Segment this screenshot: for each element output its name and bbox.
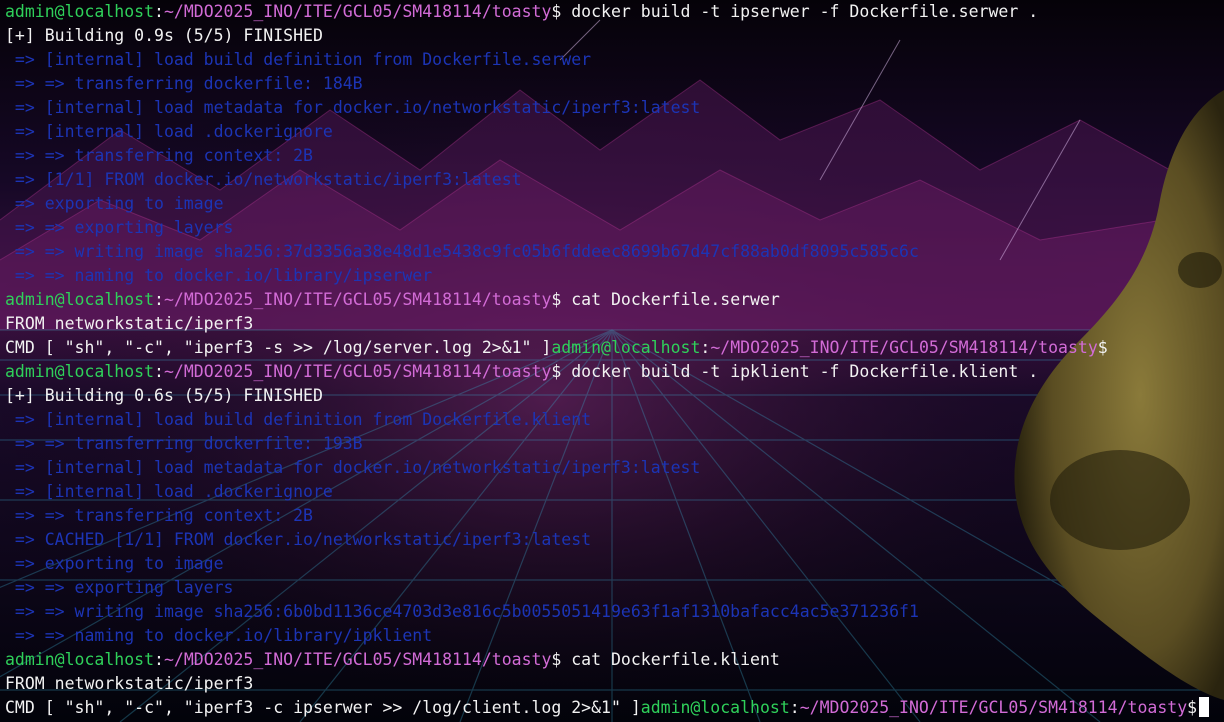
build-step: => => writing image sha256:37d3356a38e48… — [5, 242, 919, 261]
build-status: [+] Building 0.6s (5/5) FINISHED — [5, 386, 323, 405]
prompt-line: admin@localhost:~/MDO2025_INO/ITE/GCL05/… — [5, 288, 1224, 312]
file-cmd: CMD [ "sh", "-c", "iperf3 -c ipserwer >>… — [5, 698, 641, 717]
prompt-symbol: $ — [551, 290, 562, 309]
prompt-line: admin@localhost:~/MDO2025_INO/ITE/GCL05/… — [5, 0, 1224, 24]
command-text: cat Dockerfile.serwer — [561, 290, 780, 309]
prompt-separator: : — [154, 290, 164, 309]
prompt-path: ~/MDO2025_INO/ITE/GCL05/SM418114/toasty — [163, 650, 552, 669]
build-step: => exporting to image — [5, 194, 224, 213]
build-step: => => transferring context: 2B — [5, 146, 313, 165]
prompt-user-host: admin@localhost — [5, 362, 155, 381]
prompt-separator: : — [154, 650, 164, 669]
prompt-symbol: $ — [551, 2, 562, 21]
build-step: => exporting to image — [5, 554, 224, 573]
prompt-path: ~/MDO2025_INO/ITE/GCL05/SM418114/toasty — [163, 290, 552, 309]
prompt-symbol: $ — [551, 362, 562, 381]
prompt-path: ~/MDO2025_INO/ITE/GCL05/SM418114/toasty — [710, 338, 1098, 357]
terminal-output[interactable]: admin@localhost:~/MDO2025_INO/ITE/GCL05/… — [5, 0, 1224, 722]
prompt-path: ~/MDO2025_INO/ITE/GCL05/SM418114/toasty — [799, 698, 1188, 717]
build-step: => CACHED [1/1] FROM docker.io/networkst… — [5, 530, 592, 549]
prompt-separator: : — [154, 362, 164, 381]
build-step: => => exporting layers — [5, 578, 234, 597]
file-line: CMD [ "sh", "-c", "iperf3 -c ipserwer >>… — [5, 696, 1224, 720]
prompt-line: admin@localhost:~/MDO2025_INO/ITE/GCL05/… — [5, 360, 1224, 384]
build-step: => => transferring context: 2B — [5, 506, 313, 525]
prompt-separator: : — [700, 338, 711, 357]
text-cursor[interactable] — [1199, 697, 1210, 717]
build-step: => => transferring dockerfile: 193B — [5, 434, 363, 453]
prompt-symbol: $ — [1187, 698, 1198, 717]
prompt-user-host: admin@localhost — [5, 290, 155, 309]
build-step: => [internal] load .dockerignore — [5, 122, 333, 141]
prompt-symbol: $ — [1097, 338, 1108, 357]
command-text: cat Dockerfile.klient — [561, 650, 780, 669]
prompt-user-host: admin@localhost — [551, 338, 701, 357]
prompt-line: admin@localhost:~/MDO2025_INO/ITE/GCL05/… — [5, 648, 1224, 672]
prompt-path: ~/MDO2025_INO/ITE/GCL05/SM418114/toasty — [163, 2, 552, 21]
file-line: FROM networkstatic/iperf3 — [5, 314, 254, 333]
prompt-symbol: $ — [551, 650, 562, 669]
build-step: => [internal] load build definition from… — [5, 410, 592, 429]
build-status: [+] Building 0.9s (5/5) FINISHED — [5, 26, 323, 45]
prompt-user-host: admin@localhost — [640, 698, 790, 717]
build-step: => => transferring dockerfile: 184B — [5, 74, 363, 93]
build-step: => => naming to docker.io/library/ipklie… — [5, 626, 433, 645]
build-step: => => writing image sha256:6b0bd1136ce47… — [5, 602, 919, 621]
command-text: docker build -t ipserwer -f Dockerfile.s… — [561, 2, 1039, 21]
build-step: => [internal] load build definition from… — [5, 50, 592, 69]
prompt-path: ~/MDO2025_INO/ITE/GCL05/SM418114/toasty — [163, 362, 552, 381]
file-cmd: CMD [ "sh", "-c", "iperf3 -s >> /log/ser… — [5, 338, 552, 357]
build-step: => [1/1] FROM docker.io/networkstatic/ip… — [5, 170, 522, 189]
prompt-separator: : — [154, 2, 164, 21]
file-line: FROM networkstatic/iperf3 — [5, 674, 254, 693]
build-step: => => exporting layers — [5, 218, 234, 237]
command-text: docker build -t ipklient -f Dockerfile.k… — [561, 362, 1039, 381]
build-step: => [internal] load metadata for docker.i… — [5, 458, 701, 477]
file-line: CMD [ "sh", "-c", "iperf3 -s >> /log/ser… — [5, 336, 1224, 360]
prompt-user-host: admin@localhost — [5, 650, 155, 669]
build-step: => => naming to docker.io/library/ipserw… — [5, 266, 433, 285]
prompt-user-host: admin@localhost — [5, 2, 155, 21]
prompt-separator: : — [789, 698, 800, 717]
build-step: => [internal] load metadata for docker.i… — [5, 98, 701, 117]
build-step: => [internal] load .dockerignore — [5, 482, 333, 501]
